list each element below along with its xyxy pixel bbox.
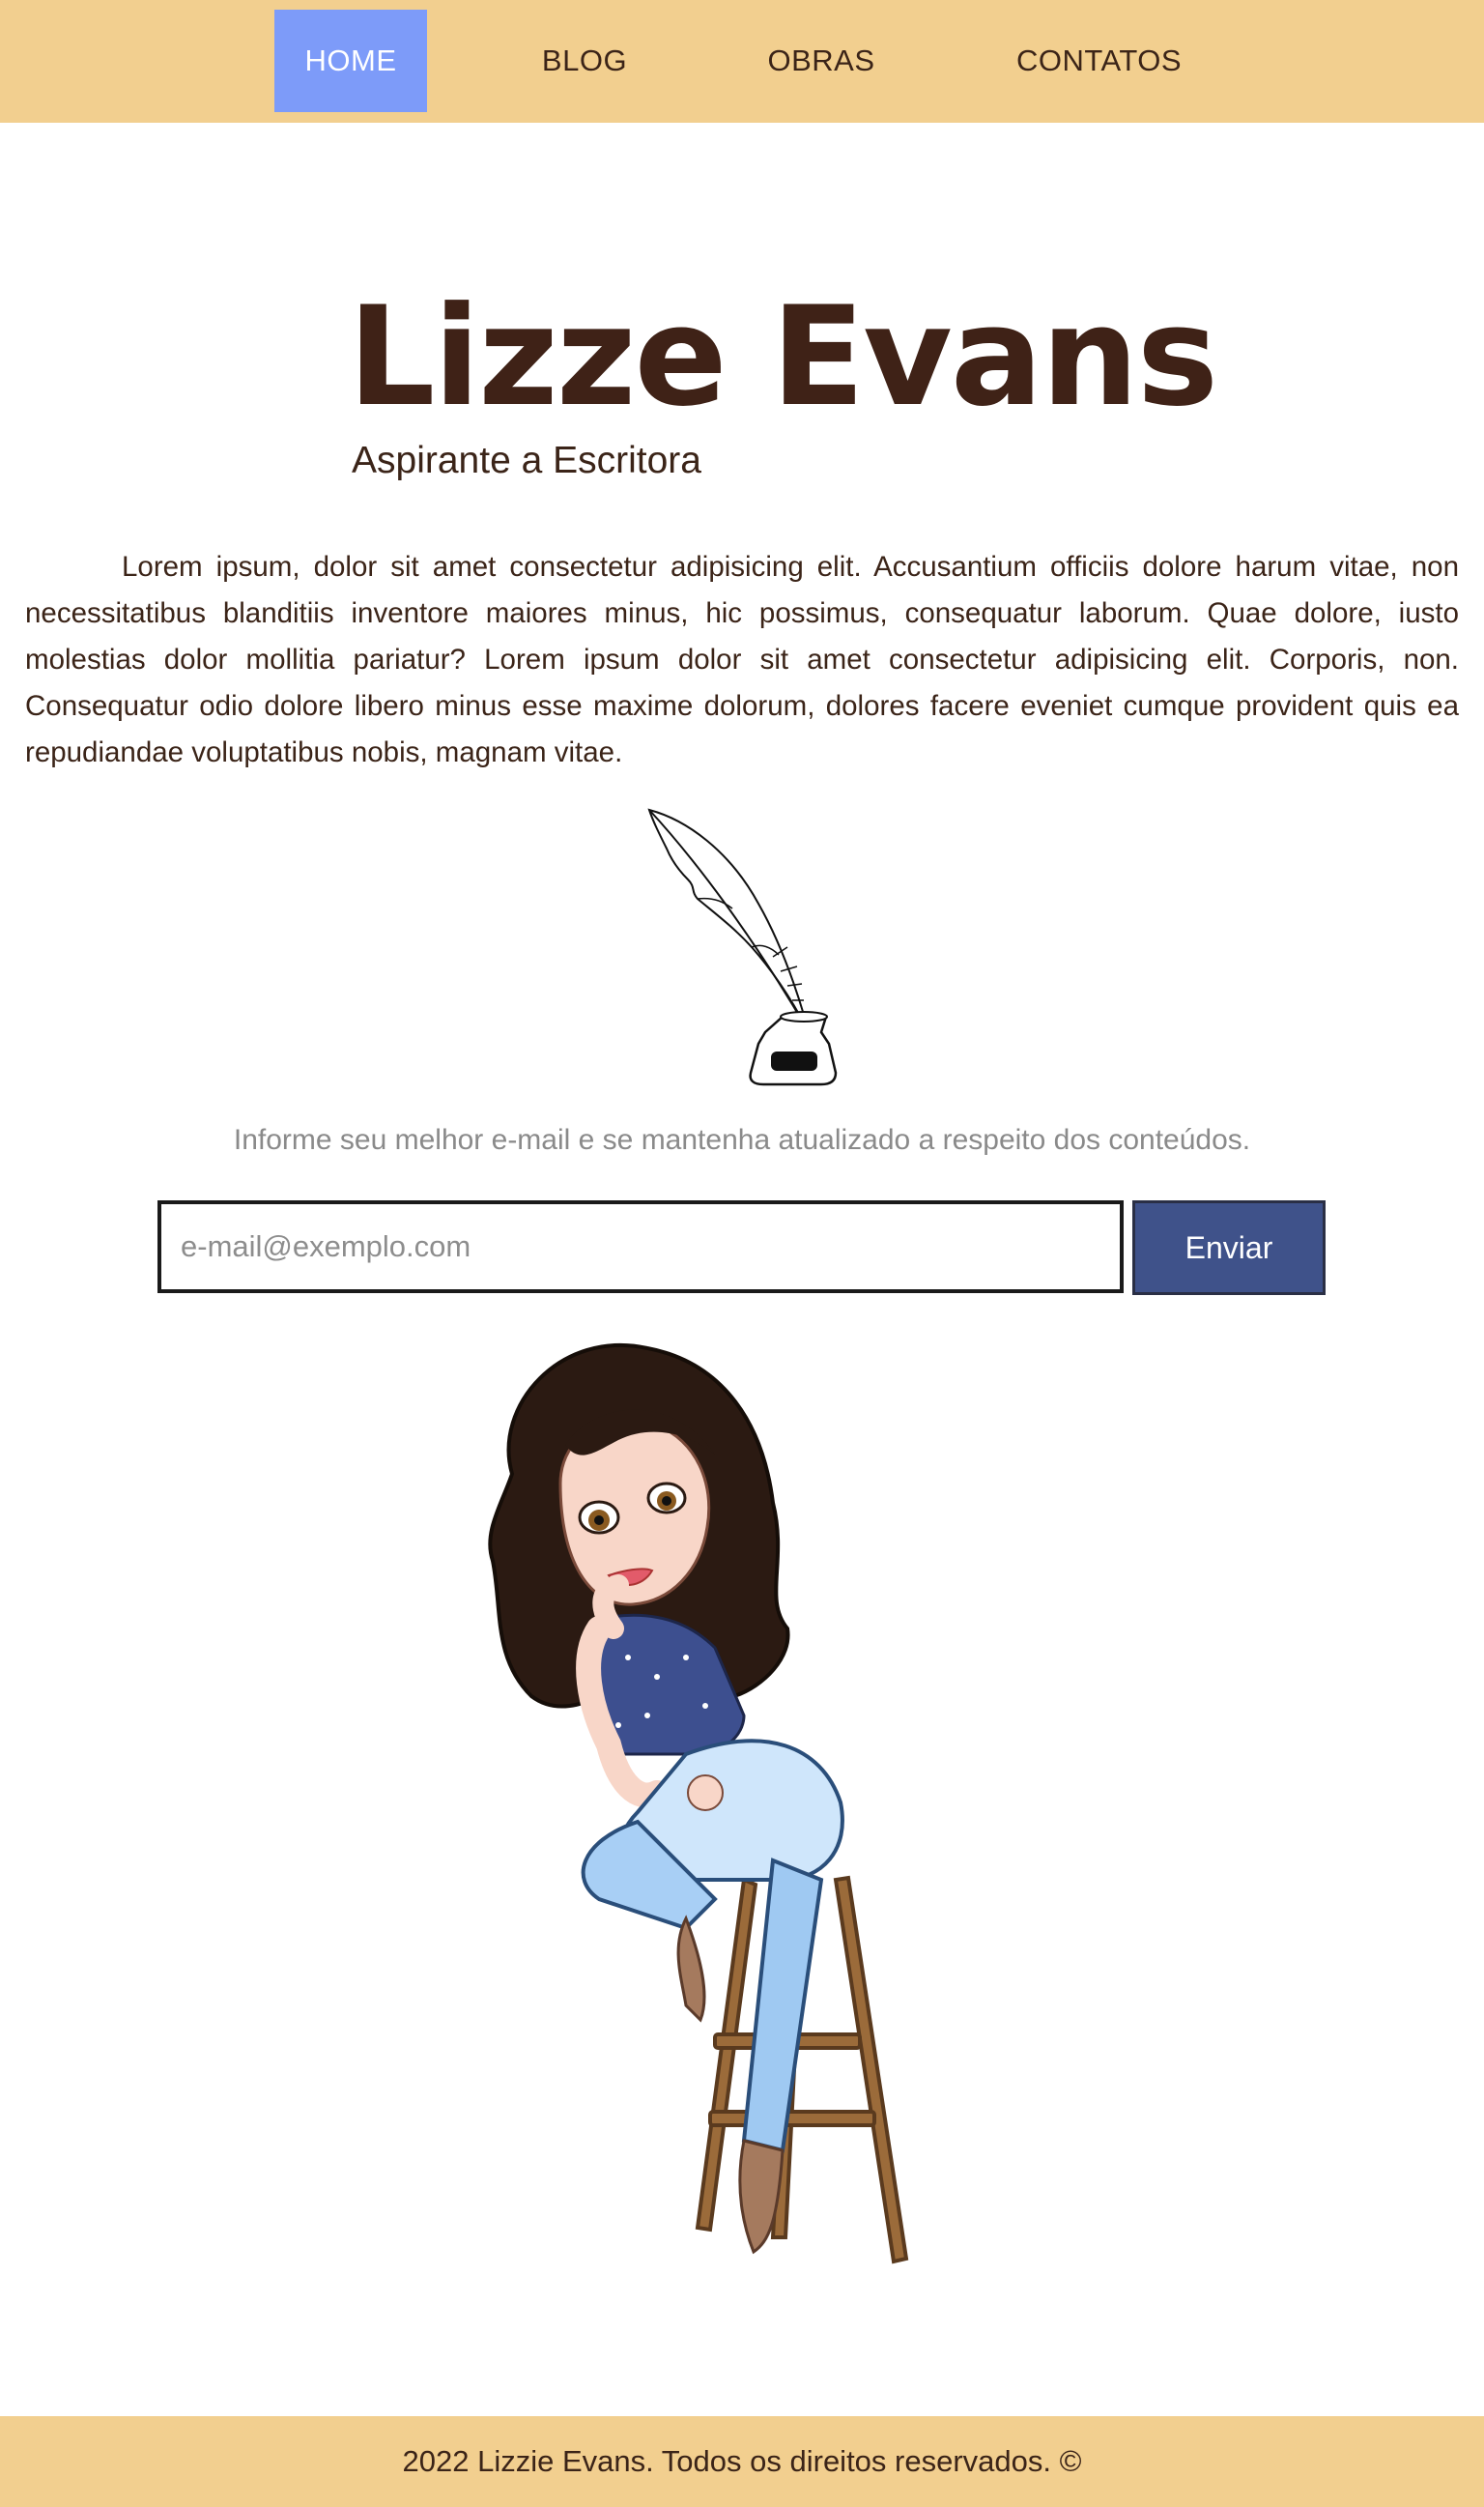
send-button[interactable]: Enviar [1132,1200,1326,1295]
newsletter-hint-text: Informe seu melhor e-mail e se mantenha … [233,1124,1251,1156]
footer-copyright: 2022 Lizzie Evans. Todos os direitos res… [402,2444,1082,2478]
nav-obras-link[interactable]: OBRAS [763,10,879,112]
top-navigation-bar: HOME BLOG OBRAS CONTATOS [0,0,1484,123]
page-subtitle: Aspirante a Escritora [352,440,701,481]
nav-blog-link[interactable]: BLOG [527,10,642,112]
nav-home-link[interactable]: HOME [274,10,427,112]
author-avatar-illustration [454,1339,1014,2295]
page-footer: 2022 Lizzie Evans. Todos os direitos res… [0,2416,1484,2507]
intro-paragraph: Lorem ipsum, dolor sit amet consectetur … [25,551,1459,768]
page-title: Lizze Evans [348,277,1218,437]
email-input[interactable] [157,1200,1124,1293]
quill-inkwell-icon [638,802,850,1092]
nav-contatos-link[interactable]: CONTATOS [1010,10,1188,112]
